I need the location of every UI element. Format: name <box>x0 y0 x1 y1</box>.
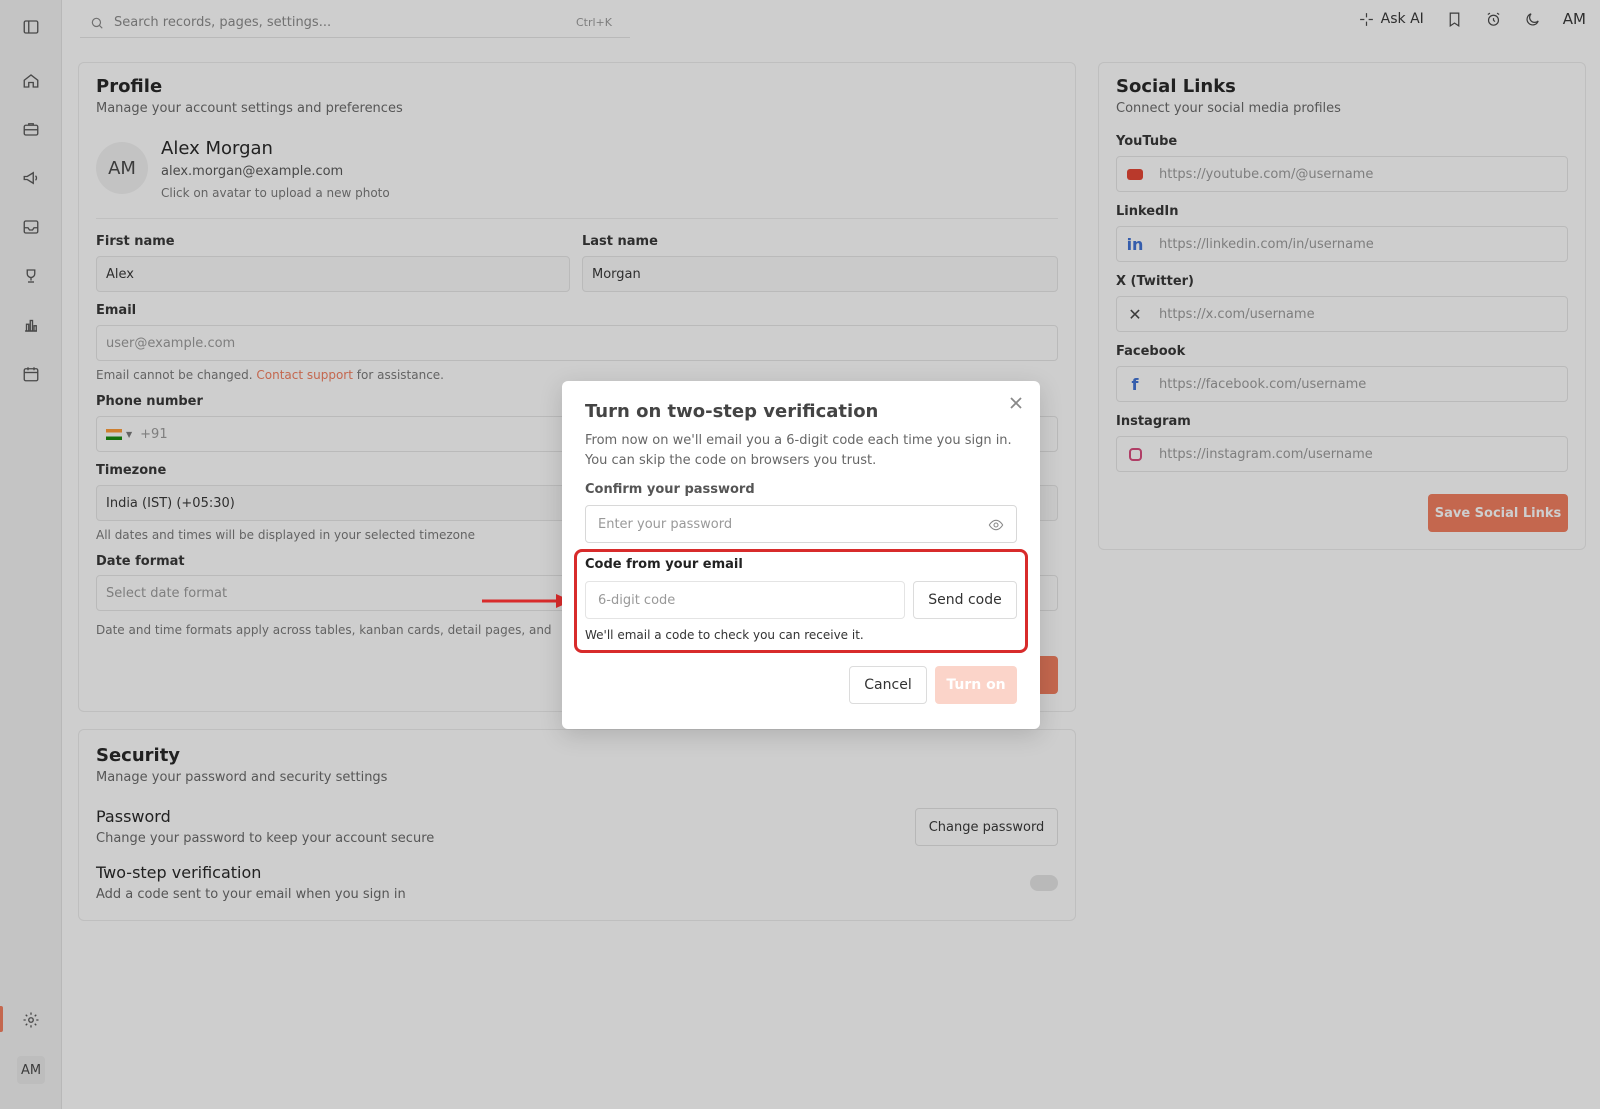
code-input[interactable]: 6-digit code <box>585 581 905 619</box>
two-step-modal: Turn on two-step verification From now o… <box>562 381 1040 729</box>
turn-on-button[interactable]: Turn on <box>935 666 1017 704</box>
confirm-password-label: Confirm your password <box>585 482 755 497</box>
code-placeholder: 6-digit code <box>598 592 676 608</box>
send-code-button[interactable]: Send code <box>913 581 1017 619</box>
arrow-annotation-icon <box>482 594 572 608</box>
password-placeholder: Enter your password <box>598 516 733 532</box>
eye-icon[interactable] <box>988 517 1004 537</box>
close-icon[interactable] <box>1010 397 1024 411</box>
cancel-button[interactable]: Cancel <box>849 666 927 704</box>
code-label: Code from your email <box>585 557 743 572</box>
modal-title: Turn on two-step verification <box>585 401 879 422</box>
confirm-password-input[interactable]: Enter your password <box>585 505 1017 543</box>
modal-description: From now on we'll email you a 6-digit co… <box>585 433 1012 468</box>
code-help: We'll email a code to check you can rece… <box>585 628 864 642</box>
